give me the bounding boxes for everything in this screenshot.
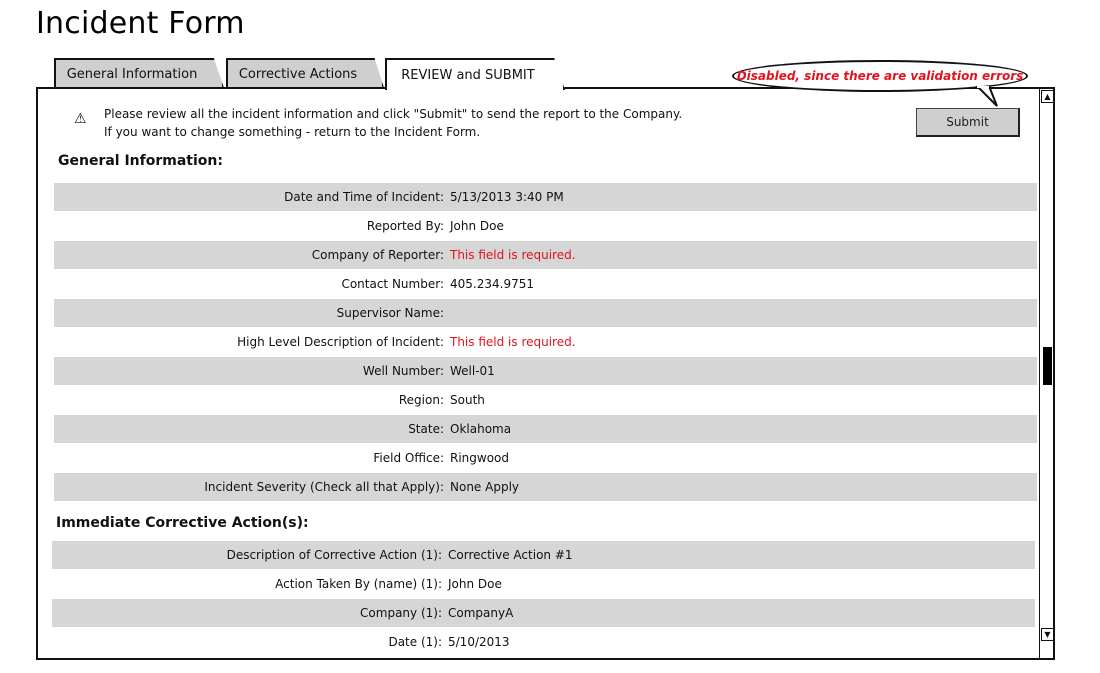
row-value: Corrective Action #1 [448,548,573,562]
table-row: Region: South [54,386,1037,414]
table-row: Company of Reporter: This field is requi… [54,241,1037,269]
scroll-down-arrow-icon[interactable]: ▼ [1041,628,1053,641]
table-row: Contact Number: 405.234.9751 [54,270,1037,298]
row-label: Well Number: [362,364,444,378]
tab-general-information[interactable]: General Information [54,58,224,88]
row-label: Field Office: [373,451,444,465]
row-error-value: This field is required. [450,335,576,349]
info-text: Please review all the incident informati… [104,105,682,141]
table-row: Company (1): CompanyA [52,599,1035,627]
row-label: Company (1): [360,606,442,620]
table-row: Date and Time of Incident: 5/13/2013 3:4… [54,183,1037,211]
row-label: Description of Corrective Action (1): [226,548,442,562]
row-label: Company of Reporter: [311,248,444,262]
tab-corrective-actions[interactable]: Corrective Actions [226,58,384,88]
row-value: 5/13/2013 3:40 PM [450,190,564,204]
vertical-scrollbar[interactable]: ▲ ▼ [1039,89,1053,658]
row-label: High Level Description of Incident: [237,335,444,349]
table-row: Supervisor Name: [54,299,1037,327]
row-value: John Doe [448,577,502,591]
table-row: State: Oklahoma [54,415,1037,443]
row-label: Region: [398,393,444,407]
table-row: Incident Severity (Check all that Apply)… [54,473,1037,501]
scroll-thumb[interactable] [1043,347,1052,385]
row-label: Contact Number: [341,277,444,291]
review-panel: ⚠ Please review all the incident informa… [36,87,1055,660]
tab-label: Corrective Actions [238,66,358,82]
info-line-1: Please review all the incident informati… [104,107,683,121]
row-value: 5/10/2013 [448,635,510,649]
row-label: Date (1): [388,635,442,649]
info-line-2: If you want to change something - return… [104,125,481,139]
submit-button[interactable]: Submit [916,108,1020,137]
scroll-up-arrow-icon[interactable]: ▲ [1041,90,1053,103]
row-value: Ringwood [450,451,510,465]
row-value: Well-01 [450,364,495,378]
page-title: Incident Form [36,6,245,41]
tab-label: General Information [66,66,198,82]
table-row: Field Office: Ringwood [54,444,1037,472]
table-row: Reported By: John Doe [54,212,1037,240]
row-value: South [450,393,485,407]
row-label: Action Taken By (name) (1): [275,577,442,591]
row-value: John Doe [450,219,504,233]
row-error-value: This field is required. [450,248,576,262]
row-label: Reported By: [366,219,444,233]
row-value: CompanyA [448,606,514,620]
row-label: State: [408,422,444,436]
section-title-general: General Information: [58,153,223,169]
table-row: Description of Corrective Action (1): Co… [52,541,1035,569]
row-value: 405.234.9751 [450,277,534,291]
table-row: Date (1): 5/10/2013 [52,628,1035,656]
row-label: Incident Severity (Check all that Apply)… [204,480,444,494]
table-row: High Level Description of Incident: This… [54,328,1037,356]
row-value: None Apply [450,480,519,494]
row-label: Supervisor Name: [336,306,444,320]
table-row: Well Number: Well-01 [54,357,1037,385]
callout-tail [975,86,998,107]
warning-icon: ⚠ [74,111,87,127]
row-label: Date and Time of Incident: [284,190,444,204]
row-value: Oklahoma [450,422,512,436]
tab-label: REVIEW and SUBMIT [401,67,535,83]
callout-text: Disabled, since there are validation err… [736,69,1024,83]
tab-review-and-submit[interactable]: REVIEW and SUBMIT [385,58,565,90]
section-title-corrective: Immediate Corrective Action(s): [56,515,309,531]
table-row: Action Taken By (name) (1): John Doe [52,570,1035,598]
